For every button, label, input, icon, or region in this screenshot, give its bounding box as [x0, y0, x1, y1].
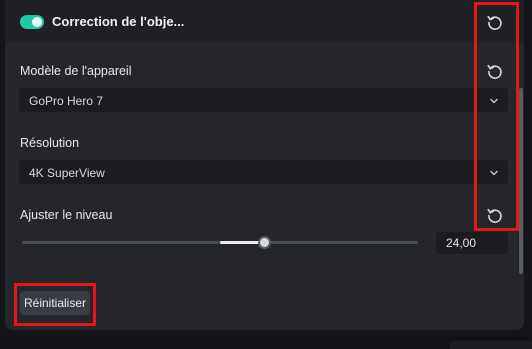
device-model-label: Modèle de l'appareil — [20, 64, 132, 78]
reset-icon[interactable] — [486, 206, 504, 224]
chevron-down-icon — [488, 166, 500, 178]
device-model-select[interactable]: GoPro Hero 7 — [19, 88, 508, 112]
reset-icon[interactable] — [486, 13, 504, 31]
panel-title: Correction de l'obje... — [52, 14, 185, 29]
reset-icon[interactable] — [486, 62, 504, 80]
level-label: Ajuster le niveau — [20, 208, 113, 222]
device-model-value: GoPro Hero 7 — [29, 94, 104, 108]
footer-tab — [450, 341, 532, 349]
level-slider-thumb[interactable] — [257, 236, 271, 249]
lens-correction-toggle[interactable] — [20, 15, 44, 29]
reset-button[interactable]: Réinitialiser — [20, 291, 90, 315]
panel-scrollbar[interactable] — [519, 88, 523, 274]
resolution-select[interactable]: 4K SuperView — [19, 160, 508, 184]
toggle-knob — [32, 17, 42, 27]
chevron-down-icon — [488, 94, 500, 106]
resolution-label: Résolution — [20, 136, 80, 150]
level-slider-track[interactable] — [22, 236, 418, 249]
resolution-value: 4K SuperView — [29, 166, 105, 180]
footer-strip — [0, 337, 532, 349]
level-value-input[interactable]: 24,00 — [436, 232, 508, 254]
